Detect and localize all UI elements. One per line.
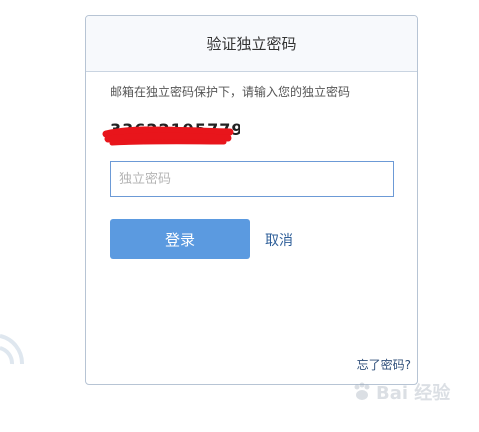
dialog-header: 验证独立密码 bbox=[86, 16, 417, 72]
dialog-title: 验证独立密码 bbox=[206, 35, 297, 53]
independent-password-input[interactable] bbox=[111, 162, 393, 196]
forgot-password-link[interactable]: 忘了密码? bbox=[357, 356, 411, 373]
login-button[interactable]: 登录 bbox=[110, 219, 250, 259]
baidu-watermark: Bai 经验 bbox=[351, 372, 451, 412]
verify-password-dialog: 验证独立密码 邮箱在独立密码保护下，请输入您的独立密码 33622195779 … bbox=[85, 15, 418, 385]
wifi-decoration bbox=[0, 334, 25, 365]
cancel-link[interactable]: 取消 bbox=[265, 230, 293, 250]
hint-text: 邮箱在独立密码保护下，请输入您的独立密码 bbox=[110, 85, 351, 99]
account-number: 33622195779 bbox=[110, 120, 240, 139]
password-field-wrapper bbox=[110, 161, 394, 197]
baidu-paw-icon bbox=[354, 382, 370, 400]
watermark-text: Bai 经验 bbox=[376, 383, 451, 404]
